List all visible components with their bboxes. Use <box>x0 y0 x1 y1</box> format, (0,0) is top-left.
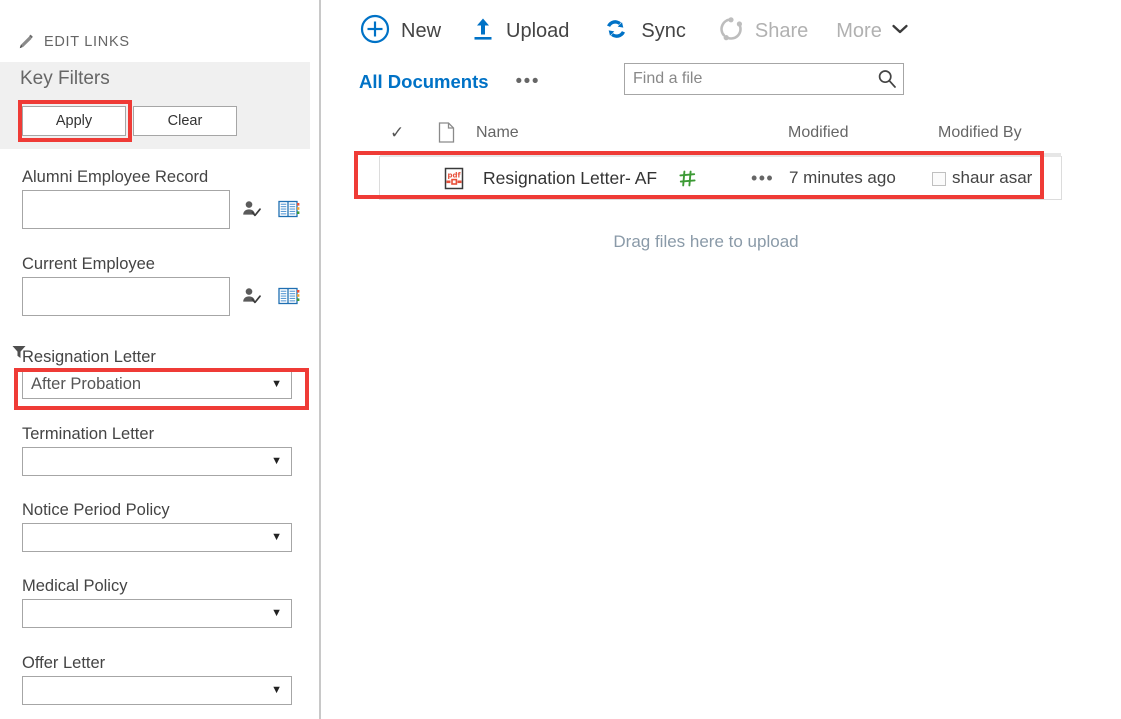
sync-button[interactable]: Sync <box>602 15 686 48</box>
column-header-modified-by[interactable]: Modified By <box>938 120 1022 146</box>
row-overflow-ellipsis[interactable]: ••• <box>751 157 774 199</box>
drag-files-hint: Drag files here to upload <box>613 232 799 251</box>
field-termination-letter: Termination Letter ▼ <box>22 425 292 476</box>
document-library-panel: New Upload Sync Share More All Documents… <box>323 0 1121 719</box>
clear-filters-button[interactable]: Clear <box>133 106 237 136</box>
address-book-icon[interactable] <box>278 287 300 305</box>
column-header-doctype[interactable] <box>438 120 455 146</box>
people-picker-actions <box>242 287 300 305</box>
share-icon <box>718 16 744 47</box>
notice-period-policy-dropdown[interactable]: ▼ <box>22 523 292 552</box>
view-all-documents-tab[interactable]: All Documents <box>359 71 489 93</box>
chevron-down-icon: ▼ <box>271 607 282 619</box>
table-row[interactable]: pdf Resignation Letter- AF ••• 7 minutes… <box>380 153 1061 199</box>
more-button[interactable]: More <box>836 20 909 43</box>
column-header-name[interactable]: Name <box>476 120 519 146</box>
check-names-icon[interactable] <box>242 287 266 304</box>
field-alumni-employee-record: Alumni Employee Record <box>22 168 300 229</box>
field-label: Alumni Employee Record <box>22 168 209 186</box>
document-modified-time: 7 minutes ago <box>789 168 896 187</box>
field-label: Offer Letter <box>22 654 106 672</box>
upload-button[interactable]: Upload <box>471 15 569 48</box>
resignation-letter-dropdown[interactable]: After Probation ▼ <box>22 370 292 399</box>
edit-links-button[interactable]: EDIT LINKS <box>18 33 130 50</box>
more-label: More <box>836 19 882 42</box>
address-book-icon[interactable] <box>278 200 300 218</box>
field-label: Medical Policy <box>22 577 128 595</box>
search-magnifier-icon[interactable] <box>876 68 898 90</box>
medical-policy-dropdown[interactable]: ▼ <box>22 599 292 628</box>
termination-letter-dropdown[interactable]: ▼ <box>22 447 292 476</box>
search-box <box>624 63 904 95</box>
document-name-link[interactable]: Resignation Letter- AF <box>483 157 657 199</box>
document-modified-by[interactable]: shaur asar <box>952 157 1032 199</box>
field-label: Termination Letter <box>22 425 155 443</box>
field-medical-policy: Medical Policy ▼ <box>22 577 292 628</box>
offer-letter-dropdown[interactable]: ▼ <box>22 676 292 705</box>
new-button[interactable]: New <box>360 14 441 49</box>
sync-label: Sync <box>641 19 686 42</box>
column-header-modified[interactable]: Modified <box>788 120 848 146</box>
field-label: Current Employee <box>22 255 155 273</box>
upload-label: Upload <box>506 19 570 42</box>
new-item-sparkle-icon <box>679 170 696 192</box>
sync-refresh-icon <box>602 15 630 48</box>
key-filters-title: Key Filters <box>20 68 110 89</box>
upload-arrow-icon <box>471 15 495 48</box>
plus-circle-icon <box>360 14 390 49</box>
views-row: All Documents ••• <box>359 62 904 102</box>
chevron-down-icon: ▼ <box>271 531 282 543</box>
share-button[interactable]: Share <box>718 16 808 47</box>
chevron-down-icon: ▼ <box>271 378 282 390</box>
edit-links-label: EDIT LINKS <box>44 33 130 50</box>
column-header-select[interactable]: ✓ <box>390 120 404 146</box>
field-offer-letter: Offer Letter ▼ <box>22 654 292 705</box>
documents-table: ✓ Name Modified Modified By pdf Resignat… <box>356 120 1061 199</box>
share-label: Share <box>754 19 809 42</box>
svg-text:pdf: pdf <box>447 172 461 180</box>
search-input[interactable] <box>625 64 870 94</box>
new-label: New <box>401 19 442 42</box>
views-overflow-ellipsis[interactable]: ••• <box>516 72 540 91</box>
field-current-employee: Current Employee <box>22 255 300 316</box>
field-resignation-letter: Resignation Letter After Probation ▼ <box>12 346 292 399</box>
chevron-down-icon: ▼ <box>271 684 282 696</box>
field-label-with-filter: Resignation Letter <box>12 346 292 367</box>
check-names-icon[interactable] <box>242 200 266 217</box>
pencil-icon <box>18 33 35 50</box>
people-picker-actions <box>242 200 300 218</box>
presence-offline-indicator <box>932 172 946 186</box>
chevron-down-icon <box>891 22 909 41</box>
left-filter-panel: EDIT LINKS Key Filters Apply Clear Alumn… <box>0 0 321 719</box>
current-employee-input[interactable] <box>22 277 230 316</box>
alumni-employee-record-input[interactable] <box>22 190 230 229</box>
field-label: Notice Period Policy <box>22 501 170 519</box>
filter-funnel-icon <box>11 344 27 360</box>
command-bar: New Upload Sync Share More <box>360 10 909 52</box>
apply-filters-button[interactable]: Apply <box>22 106 126 136</box>
field-notice-period-policy: Notice Period Policy ▼ <box>22 501 292 552</box>
pdf-file-icon: pdf <box>442 167 466 196</box>
chevron-down-icon: ▼ <box>271 455 282 467</box>
dropdown-value: After Probation <box>31 375 142 393</box>
table-header-row: ✓ Name Modified Modified By <box>356 120 1056 156</box>
